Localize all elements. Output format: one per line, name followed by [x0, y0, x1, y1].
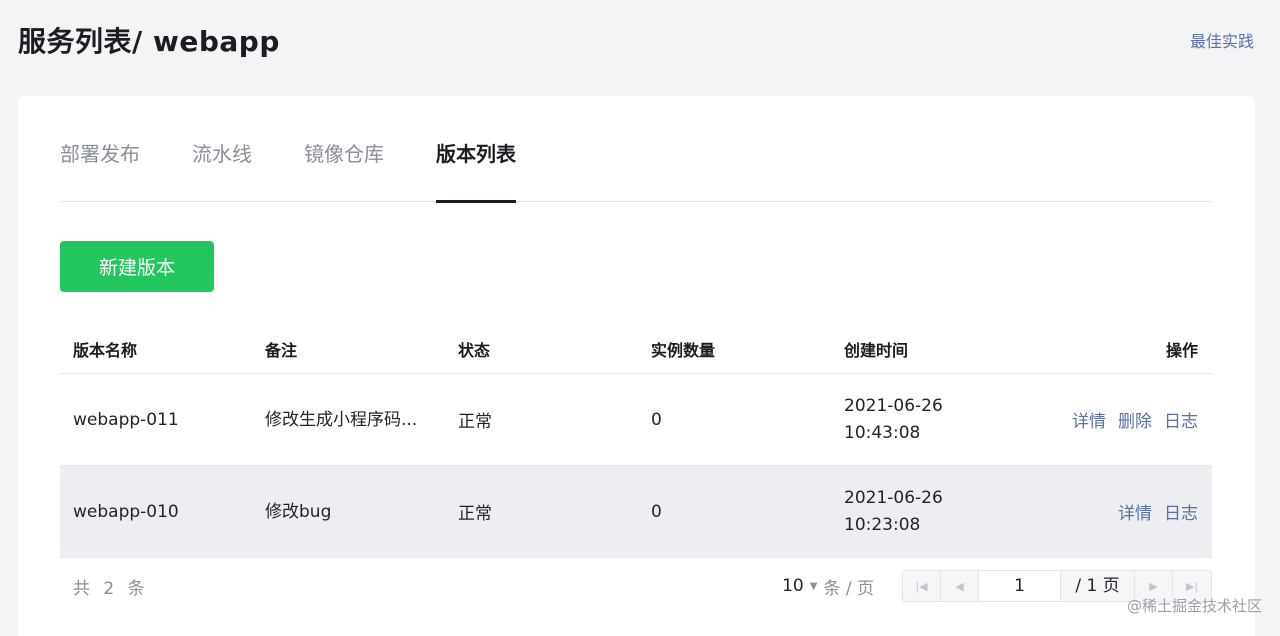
- instance-count: 0: [651, 501, 662, 522]
- page-header: 服务列表/ webapp 最佳实践: [18, 18, 1254, 62]
- version-remark: 修改生成小程序码...: [265, 409, 418, 430]
- column-header-remark: 备注: [265, 340, 298, 360]
- version-name: webapp-010: [73, 501, 179, 522]
- first-page-icon[interactable]: |◀: [903, 571, 941, 601]
- watermark: @稀土掘金技术社区: [1126, 597, 1262, 615]
- created-date: 2021-06-26: [844, 395, 943, 416]
- table-row: webapp-011 修改生成小程序码... 正常 0 2021-06-26 1…: [60, 374, 1212, 466]
- remark-cell: 修改生成小程序码...: [252, 405, 445, 435]
- tab-deploy[interactable]: 部署发布: [60, 124, 140, 202]
- log-link[interactable]: 日志: [1164, 499, 1198, 524]
- tab-bar: 部署发布 流水线 镜像仓库 版本列表: [60, 124, 1212, 203]
- prev-page-icon[interactable]: ◀: [941, 571, 979, 601]
- page-title: 服务列表/ webapp: [18, 25, 280, 58]
- total-pages: / 1 页: [1061, 571, 1135, 601]
- new-version-button[interactable]: 新建版本: [60, 241, 214, 292]
- version-remark: 修改bug: [265, 501, 332, 522]
- best-practice-link[interactable]: 最佳实践: [1190, 28, 1254, 52]
- content-card: 部署发布 流水线 镜像仓库 版本列表 新建版本 版本名称 备注 状态 实例数量 …: [18, 96, 1255, 636]
- table-footer: 共 2 条 10 ▼ 条 / 页 |◀ ◀ / 1 页 ▶ ▶|: [60, 566, 1212, 606]
- total-count: 共 2 条: [73, 578, 149, 599]
- version-table: 版本名称 备注 状态 实例数量 创建时间 操作 webapp-011 修改生成小…: [60, 324, 1212, 558]
- column-header-actions: 操作: [1165, 340, 1198, 360]
- column-header-status: 状态: [458, 340, 491, 360]
- version-status: 正常: [458, 412, 492, 432]
- tab-image-registry[interactable]: 镜像仓库: [304, 124, 384, 202]
- delete-link[interactable]: 删除: [1118, 407, 1152, 432]
- row-actions: 详情 删除 日志: [1024, 407, 1212, 432]
- created-time: 2021-06-26 10:43:08: [831, 393, 1024, 447]
- table-header: 版本名称 备注 状态 实例数量 创建时间 操作: [60, 324, 1212, 374]
- created-clock: 10:23:08: [844, 514, 921, 535]
- remark-cell: 修改bug: [252, 497, 445, 527]
- created-time: 2021-06-26 10:23:08: [831, 485, 1024, 539]
- page-size-unit: 条 / 页: [823, 578, 874, 599]
- column-header-name: 版本名称: [73, 340, 138, 360]
- instance-count: 0: [651, 409, 662, 430]
- page-size-select[interactable]: 10 ▼ 条 / 页: [782, 574, 874, 599]
- column-header-created: 创建时间: [844, 340, 909, 360]
- caret-down-icon: ▼: [809, 580, 818, 592]
- tab-version-list[interactable]: 版本列表: [436, 124, 516, 203]
- column-header-instances: 实例数量: [651, 340, 716, 360]
- detail-link[interactable]: 详情: [1118, 499, 1152, 524]
- version-name: webapp-011: [73, 409, 179, 430]
- version-status: 正常: [458, 504, 492, 524]
- detail-link[interactable]: 详情: [1072, 407, 1106, 432]
- tab-pipeline[interactable]: 流水线: [192, 124, 252, 202]
- page-number-input[interactable]: [979, 571, 1061, 601]
- log-link[interactable]: 日志: [1164, 407, 1198, 432]
- page-size-value: 10: [782, 576, 804, 596]
- created-clock: 10:43:08: [844, 422, 921, 443]
- row-actions: 详情 日志: [1024, 499, 1212, 524]
- created-date: 2021-06-26: [844, 487, 943, 508]
- table-row: webapp-010 修改bug 正常 0 2021-06-26 10:23:0…: [60, 466, 1212, 558]
